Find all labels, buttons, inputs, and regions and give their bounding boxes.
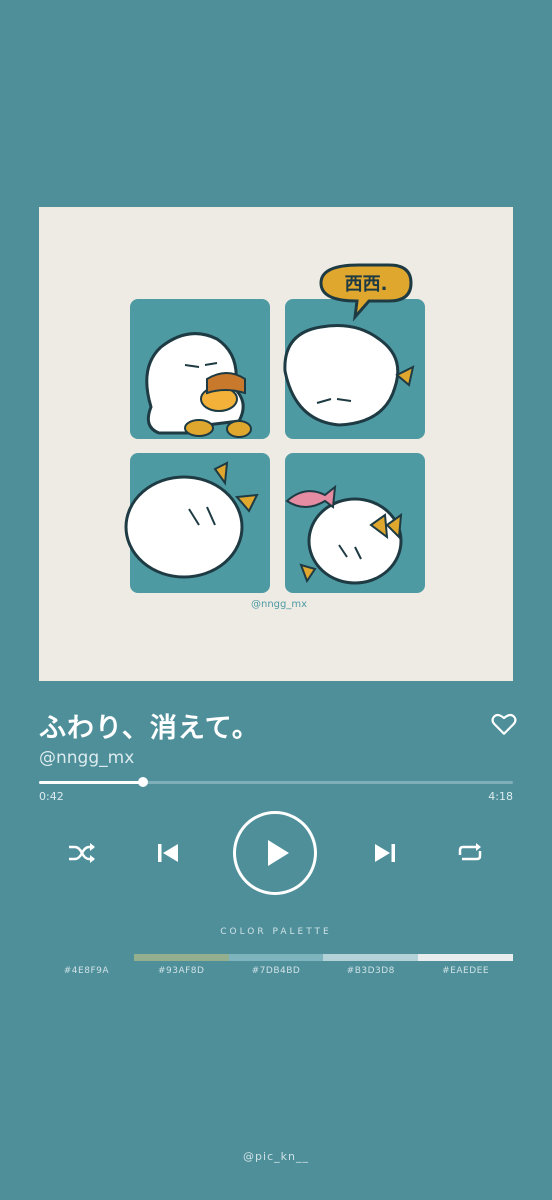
credit-handle: @pic_kn__ <box>243 1150 309 1163</box>
palette-code: #7DB4BD <box>251 966 301 976</box>
shuffle-icon <box>69 843 95 863</box>
progress-handle[interactable] <box>138 777 149 787</box>
play-button[interactable] <box>233 811 317 895</box>
artwork-signature: @nngg_mx <box>251 599 307 610</box>
artwork-illustration: 西西. @nngg_mx <box>39 207 513 681</box>
skip-next-icon <box>375 844 395 862</box>
palette-swatch <box>39 954 134 961</box>
skip-previous-icon <box>158 844 178 862</box>
play-icon <box>268 840 289 866</box>
shuffle-button[interactable] <box>67 840 97 866</box>
track-title: ふわり、消えて。 <box>39 713 260 744</box>
palette-code: #4E8F9A <box>63 966 110 976</box>
palette-code: #B3D3D8 <box>346 966 395 976</box>
palette-swatch <box>133 954 229 961</box>
artist-name[interactable]: @nngg_mx <box>39 748 134 768</box>
palette-swatch <box>228 954 324 961</box>
progress-fill <box>39 781 144 784</box>
total-time: 4:18 <box>488 790 513 803</box>
next-button[interactable] <box>373 841 397 865</box>
palette-swatch <box>323 954 419 961</box>
palette-codes: #4E8F9A #93AF8D #7DB4BD #B3D3D8 #EAEDEE <box>39 966 513 976</box>
speech-bubble-text: 西西. <box>345 274 388 295</box>
palette-swatches <box>39 954 513 961</box>
album-artwork: 西西. @nngg_mx <box>39 207 513 681</box>
heart-icon <box>491 713 517 735</box>
repeat-button[interactable] <box>456 841 484 865</box>
like-button[interactable] <box>491 712 517 736</box>
repeat-icon <box>458 843 482 861</box>
progress-bar[interactable] <box>39 777 513 787</box>
current-time: 0:42 <box>39 790 64 803</box>
palette-label: COLOR PALETTE <box>220 927 332 937</box>
previous-button[interactable] <box>156 841 180 865</box>
palette-code: #93AF8D <box>157 966 205 976</box>
palette-swatch <box>418 954 513 961</box>
palette-code: #EAEDEE <box>442 966 490 976</box>
